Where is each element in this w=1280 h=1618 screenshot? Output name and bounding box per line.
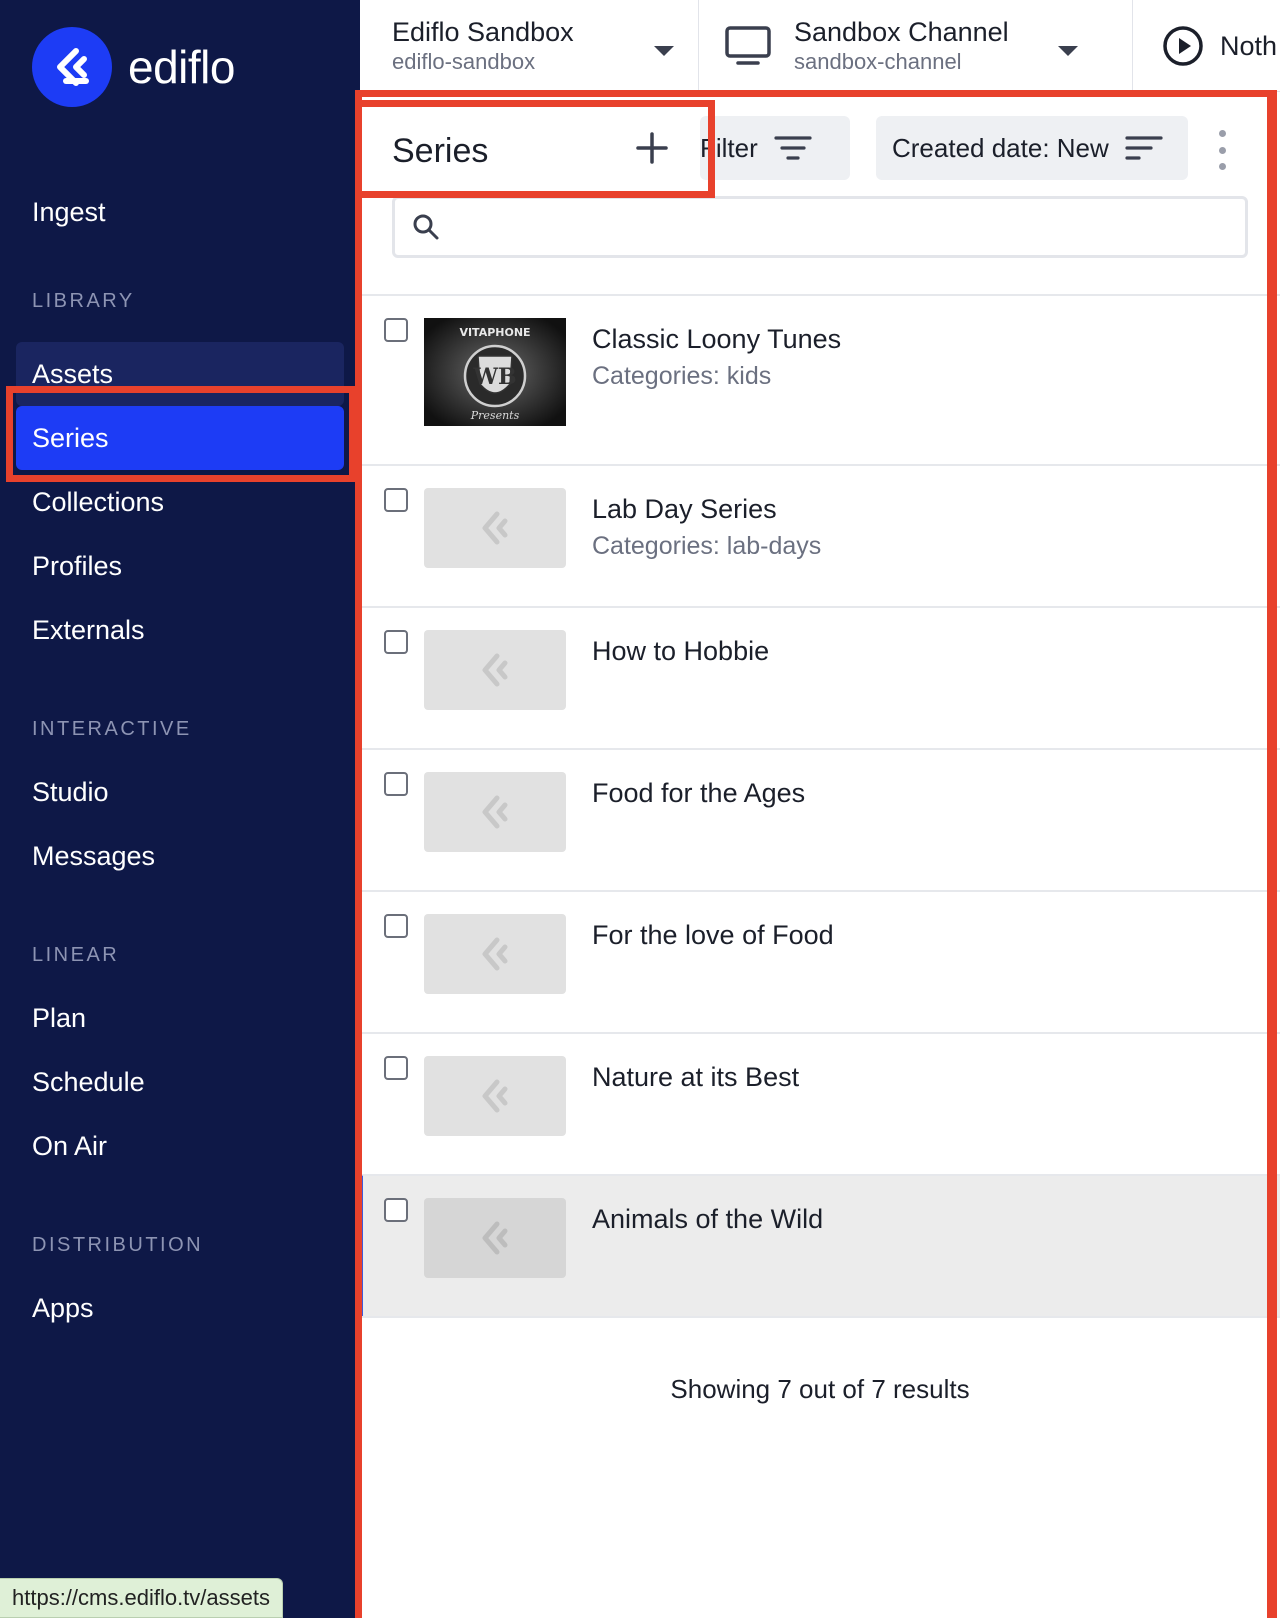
sidebar-item-profiles[interactable]: Profiles — [16, 534, 344, 598]
sidebar-item-messages[interactable]: Messages — [16, 824, 344, 888]
search-input[interactable] — [453, 199, 1245, 255]
placeholder-logo-icon — [482, 937, 508, 971]
chevron-down-icon — [1058, 46, 1078, 56]
wb-logo-thumbnail-icon: VITAPHONE WB Presents — [424, 318, 566, 426]
series-title[interactable]: Lab Day Series — [592, 494, 777, 525]
svg-text:WB: WB — [472, 364, 516, 390]
app-name: ediflo — [128, 41, 235, 93]
series-categories: Categories: kids — [592, 362, 772, 390]
row-checkbox[interactable] — [384, 488, 408, 512]
top-bar: Ediflo Sandbox ediflo-sandbox Sandbox Ch… — [360, 0, 1280, 92]
channel-selector[interactable]: Sandbox Channel sandbox-channel — [724, 0, 1122, 92]
series-title[interactable]: For the love of Food — [592, 920, 834, 951]
sidebar: ediflo Ingest LIBRARY Assets Series Coll… — [0, 0, 360, 1618]
workspace-selector[interactable]: Ediflo Sandbox ediflo-sandbox — [392, 0, 692, 92]
channel-title: Sandbox Channel — [794, 17, 1009, 47]
search-box — [392, 196, 1248, 258]
ediflo-logo-icon — [32, 27, 112, 107]
play-circle-icon — [1163, 26, 1203, 66]
results-count: Showing 7 out of 7 results — [670, 1374, 970, 1404]
sort-label: Created date: New — [892, 132, 1109, 163]
table-row[interactable]: VITAPHONE WB Presents Classic Loony Tune… — [360, 294, 1280, 464]
series-thumbnail[interactable] — [424, 914, 566, 994]
series-title[interactable]: Food for the Ages — [592, 778, 805, 809]
table-row[interactable]: Food for the Ages — [360, 748, 1280, 890]
series-thumbnail[interactable] — [424, 630, 566, 710]
chevron-down-icon — [654, 46, 674, 56]
sidebar-item-assets[interactable]: Assets — [16, 342, 344, 406]
series-thumbnail[interactable]: VITAPHONE WB Presents — [424, 318, 566, 426]
placeholder-logo-icon — [482, 795, 508, 829]
list-bottom-divider — [360, 1316, 1280, 1318]
placeholder-logo-icon — [482, 1079, 508, 1113]
thumb-text-top: VITAPHONE — [459, 326, 530, 339]
more-options-button[interactable] — [1212, 130, 1232, 170]
table-row[interactable]: Nature at its Best — [360, 1032, 1280, 1174]
sort-icon — [1125, 136, 1163, 160]
filter-icon — [774, 136, 812, 160]
series-thumbnail[interactable] — [424, 1056, 566, 1136]
table-row[interactable]: For the love of Food — [360, 890, 1280, 1032]
row-checkbox[interactable] — [384, 914, 408, 938]
dot — [1218, 163, 1226, 170]
dot — [1218, 146, 1226, 154]
divider — [698, 0, 699, 92]
section-interactive-label: INTERACTIVE — [32, 718, 192, 740]
placeholder-logo-icon — [482, 653, 508, 687]
series-panel: Series Filter Created date: New VITAPHON… — [360, 92, 1280, 1618]
now-playing[interactable]: Noth — [1162, 0, 1280, 92]
series-title[interactable]: Animals of the Wild — [592, 1204, 823, 1235]
status-bar-url: https://cms.ediflo.tv/assets — [0, 1578, 283, 1618]
table-row[interactable]: Animals of the Wild — [360, 1174, 1280, 1316]
sidebar-item-series[interactable]: Series — [16, 406, 344, 470]
plus-icon — [636, 132, 668, 164]
sort-button[interactable]: Created date: New — [876, 116, 1188, 180]
sidebar-item-on-air[interactable]: On Air — [16, 1114, 344, 1178]
sidebar-item-ingest[interactable]: Ingest — [16, 180, 344, 244]
series-thumbnail[interactable] — [424, 1198, 566, 1278]
row-checkbox[interactable] — [384, 630, 408, 654]
series-thumbnail[interactable] — [424, 772, 566, 852]
series-list: VITAPHONE WB Presents Classic Loony Tune… — [360, 294, 1280, 1318]
add-series-button[interactable] — [632, 128, 672, 168]
divider — [1132, 0, 1133, 92]
series-title[interactable]: Classic Loony Tunes — [592, 324, 841, 355]
row-checkbox[interactable] — [384, 1198, 408, 1222]
thumb-text-bottom: Presents — [470, 409, 520, 422]
series-thumbnail[interactable] — [424, 488, 566, 568]
workspace-slug: ediflo-sandbox — [392, 49, 536, 74]
row-checkbox[interactable] — [384, 1056, 408, 1080]
dot — [1218, 130, 1226, 137]
monitor-icon — [725, 26, 771, 65]
row-checkbox[interactable] — [384, 318, 408, 342]
channel-slug: sandbox-channel — [794, 49, 962, 74]
placeholder-logo-icon — [482, 1221, 508, 1255]
sidebar-item-schedule[interactable]: Schedule — [16, 1050, 344, 1114]
sidebar-item-studio[interactable]: Studio — [16, 760, 344, 824]
placeholder-logo-icon — [482, 511, 508, 545]
search-icon — [413, 214, 439, 240]
table-row[interactable]: How to Hobbie — [360, 606, 1280, 748]
section-library-label: LIBRARY — [32, 290, 135, 312]
filter-button[interactable]: Filter — [700, 116, 850, 180]
series-title[interactable]: How to Hobbie — [592, 636, 769, 667]
now-playing-label: Noth — [1220, 31, 1278, 61]
filter-label: Filter — [700, 132, 758, 163]
table-row[interactable]: Lab Day Series Categories: lab-days — [360, 464, 1280, 606]
section-linear-label: LINEAR — [32, 944, 120, 966]
series-categories: Categories: lab-days — [592, 532, 822, 560]
page-title: Series — [392, 132, 489, 170]
series-title[interactable]: Nature at its Best — [592, 1062, 799, 1093]
sidebar-item-collections[interactable]: Collections — [16, 470, 344, 534]
sidebar-item-plan[interactable]: Plan — [16, 986, 344, 1050]
workspace-title: Ediflo Sandbox — [392, 17, 574, 47]
section-distribution-label: DISTRIBUTION — [32, 1234, 204, 1256]
sidebar-item-apps[interactable]: Apps — [16, 1276, 344, 1340]
row-checkbox[interactable] — [384, 772, 408, 796]
sidebar-item-externals[interactable]: Externals — [16, 598, 344, 662]
ediflo-logo[interactable]: ediflo — [32, 26, 235, 108]
